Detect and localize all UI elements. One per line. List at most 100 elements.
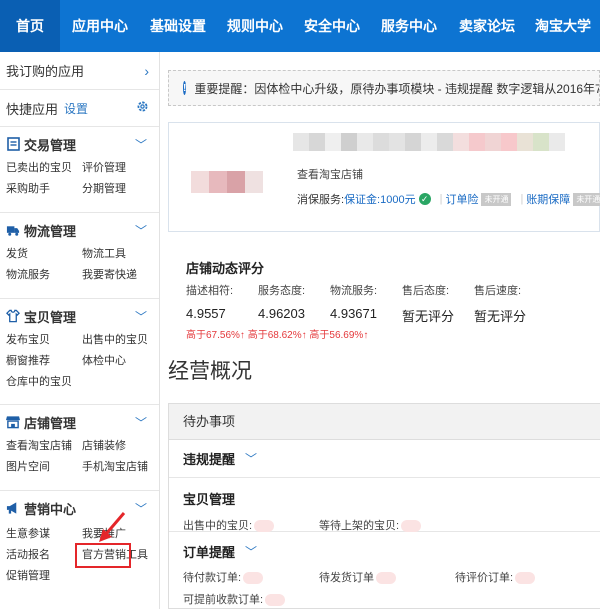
order-insurance-link[interactable]: 订单险 [445,191,478,207]
sidebar-section-marketing-header[interactable]: 营销中心 ﹀ [6,497,159,519]
sidebar-link[interactable]: 促销管理 [6,567,82,583]
goods-on-sale[interactable]: 出售中的宝贝: [183,517,319,533]
chevron-down-icon[interactable]: ﹀ [245,543,257,560]
nav-service-center[interactable]: 服务中心 [370,0,448,52]
rating-label: 服务态度: [258,285,306,297]
sidebar-link[interactable]: 体检中心 [82,352,162,368]
chevron-down-icon[interactable]: ﹀ [245,450,257,467]
deposit-link[interactable]: 保证金:1000元 [344,191,416,207]
nav-basic-settings[interactable]: 基础设置 [140,0,216,52]
sidebar-link[interactable]: 查看淘宝店铺 [6,437,82,453]
sidebar-section-store: 店铺管理 ﹀ 查看淘宝店铺 店铺装修 图片空间 手机淘宝店铺 [0,405,159,491]
view-shop-link[interactable]: 查看淘宝店铺 [297,166,363,182]
shop-avatar-blurred [191,171,263,193]
order-to-review-label: 待评价订单: [455,572,514,584]
rating-compare-text: 高于67.56% [186,330,240,341]
sidebar-section-title: 物流管理 [24,223,77,239]
status-badge: 未开通 [573,192,600,206]
blurred-count [515,572,536,585]
goods-pending[interactable]: 等待上架的宝贝: [319,517,422,533]
violation-toggle[interactable]: 违规提醒 ﹀ [183,449,257,468]
sidebar-link[interactable]: 评价管理 [82,159,162,175]
sidebar-section-logistics: 物流管理 ﹀ 发货 物流工具 物流服务 我要寄快递 [0,213,159,299]
sidebar-link[interactable]: 发货 [6,245,82,261]
orders-toggle[interactable]: 订单提醒 ﹀ [183,542,586,561]
sidebar-section-store-header[interactable]: 店铺管理 ﹀ [6,411,159,433]
rating-value: 暂无评分 [402,309,455,324]
chevron-down-icon[interactable]: ﹀ [135,136,147,153]
rating-value: 4.96203 [258,306,305,321]
info-icon: ! [183,81,187,95]
sidebar-link[interactable]: 活动报名 [6,546,82,562]
chevron-down-icon[interactable]: ﹀ [135,414,147,431]
chevron-down-icon[interactable]: ﹀ [135,222,147,239]
sidebar-link[interactable]: 手机淘宝店铺 [82,458,162,474]
chevron-right-icon: › [144,62,149,79]
rating-label: 售后态度: [402,285,450,297]
nav-taobao-university[interactable]: 淘宝大学 [526,0,600,52]
rating-label: 描述相符: [186,285,234,297]
sidebar-section-goods-header[interactable]: 宝贝管理 ﹀ [6,305,159,327]
sidebar-link[interactable]: 采购助手 [6,180,82,196]
rating-compare-text: 高于56.69% [309,330,364,341]
sidebar-link[interactable]: 店铺装修 [82,437,162,453]
sidebar-link[interactable]: 出售中的宝贝 [82,331,162,347]
guarantee-label: 消保服务: [297,194,345,206]
quick-apps-settings-link[interactable]: 设置 [64,100,88,117]
sidebar-link[interactable]: 生意参谋 [6,525,82,541]
rating-compare-text: 高于68.62% [247,330,302,341]
gear-icon[interactable] [136,100,149,116]
store-icon [6,415,20,429]
shop-card: 查看淘宝店铺 消保服务: 保证金:1000元 ✓ | 订单险 未开通 | 账期保… [168,122,600,232]
rating-value: 4.93671 [330,306,377,321]
notice-bar: ! 重要提醒：因体检中心升级，原待办事项模块 - 违规提醒 数字逻辑从2016年… [168,70,600,106]
top-nav: 首页 应用中心 基础设置 规则中心 安全中心 服务中心 卖家论坛 淘宝大学 [0,0,600,52]
sidebar-link[interactable]: 图片空间 [6,458,82,474]
megaphone-icon [6,501,20,515]
rating-comparison: 高于67.56%↑ 高于68.62%↑ 高于56.69%↑ [186,326,368,341]
sidebar-link[interactable]: 已卖出的宝贝 [6,159,82,175]
page-title: 经营概况 [168,360,252,383]
orders-title: 订单提醒 [183,545,236,560]
sidebar-section-title: 营销中心 [24,501,77,517]
sidebar-link[interactable]: 物流工具 [82,245,162,261]
sidebar-link[interactable]: 发布宝贝 [6,331,82,347]
nav-app-center[interactable]: 应用中心 [60,0,140,52]
violation-title: 违规提醒 [183,452,236,467]
blurred-count [254,520,275,533]
quick-apps-label: 快捷应用 [6,101,59,117]
sidebar-section-trade-header[interactable]: 交易管理 ﹀ [6,133,159,155]
order-unpaid[interactable]: 待付款订单: [183,569,319,585]
chevron-down-icon[interactable]: ﹀ [135,308,147,325]
sidebar-link[interactable]: 我要寄快递 [82,266,162,282]
goods-section: 宝贝管理 出售中的宝贝: 等待上架的宝贝: [169,478,600,533]
up-arrow-icon: ↑ [301,330,307,341]
todo-panel: 待办事项 违规提醒 ﹀ 宝贝管理 出售中的宝贝: 等待上架的宝贝: 订单提醒 ﹀… [168,403,600,609]
payment-guarantee-link[interactable]: 账期保障 [526,191,570,207]
nav-home[interactable]: 首页 [0,0,60,52]
sidebar-link[interactable]: 分期管理 [82,180,162,196]
sidebar-link[interactable]: 橱窗推荐 [6,352,82,368]
sidebar-link[interactable]: 物流服务 [6,266,82,282]
truck-icon [6,223,20,237]
sidebar-section-goods: 宝贝管理 ﹀ 发布宝贝 出售中的宝贝 橱窗推荐 体检中心 仓库中的宝贝 [0,299,159,405]
rating-label: 物流服务: [330,285,378,297]
nav-security-center[interactable]: 安全中心 [294,0,370,52]
order-to-ship[interactable]: 待发货订单 [319,569,455,585]
shop-ratings: 店铺动态评分 描述相符: 4.9557 服务态度: 4.96203 物流服务: 4.9… [186,258,600,341]
shirt-icon [6,309,20,323]
order-early-collect[interactable]: 可提前收款订单: [183,591,286,607]
order-to-review[interactable]: 待评价订单: [455,569,536,585]
blurred-count [376,572,396,585]
sidebar-section-logistics-header[interactable]: 物流管理 ﹀ [6,219,159,241]
sidebar-section-title: 店铺管理 [24,415,77,431]
ratings-title: 店铺动态评分 [186,261,265,276]
subscribed-apps-row[interactable]: 我订购的应用 › [0,52,159,90]
nav-rules-center[interactable]: 规则中心 [216,0,294,52]
blurred-count [243,572,264,585]
highlight-box [75,543,131,568]
sidebar-link[interactable]: 仓库中的宝贝 [6,373,82,389]
nav-seller-forum[interactable]: 卖家论坛 [448,0,526,52]
chevron-down-icon[interactable]: ﹀ [135,500,147,517]
up-arrow-icon: ↑ [363,330,369,341]
